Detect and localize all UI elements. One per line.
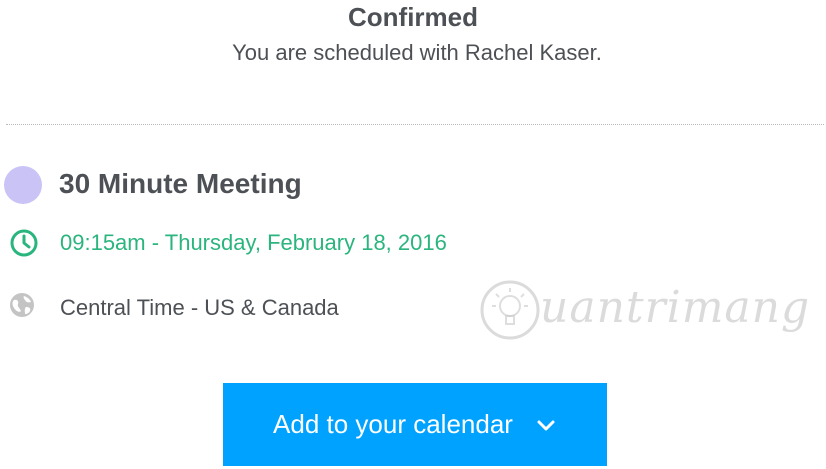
add-to-calendar-label: Add to your calendar (273, 409, 513, 439)
event-timezone: Central Time - US & Canada (60, 295, 339, 320)
event-name: 30 Minute Meeting (59, 168, 302, 199)
page-title: Confirmed (348, 2, 478, 32)
lightbulb-icon (480, 280, 540, 340)
watermark-logo: uantrimang (478, 276, 809, 346)
chevron-down-icon (537, 420, 555, 430)
clock-icon (10, 229, 38, 257)
divider (6, 124, 824, 125)
event-datetime: 09:15am - Thursday, February 18, 2016 (60, 230, 447, 255)
event-color-dot (4, 166, 42, 204)
globe-icon (10, 293, 34, 317)
scheduled-with-text: You are scheduled with Rachel Kaser. (232, 40, 602, 65)
watermark-text: uantrimang (540, 282, 811, 333)
confirmation-page: Confirmed You are scheduled with Rachel … (0, 0, 826, 469)
add-to-calendar-button[interactable]: Add to your calendar (223, 383, 607, 466)
